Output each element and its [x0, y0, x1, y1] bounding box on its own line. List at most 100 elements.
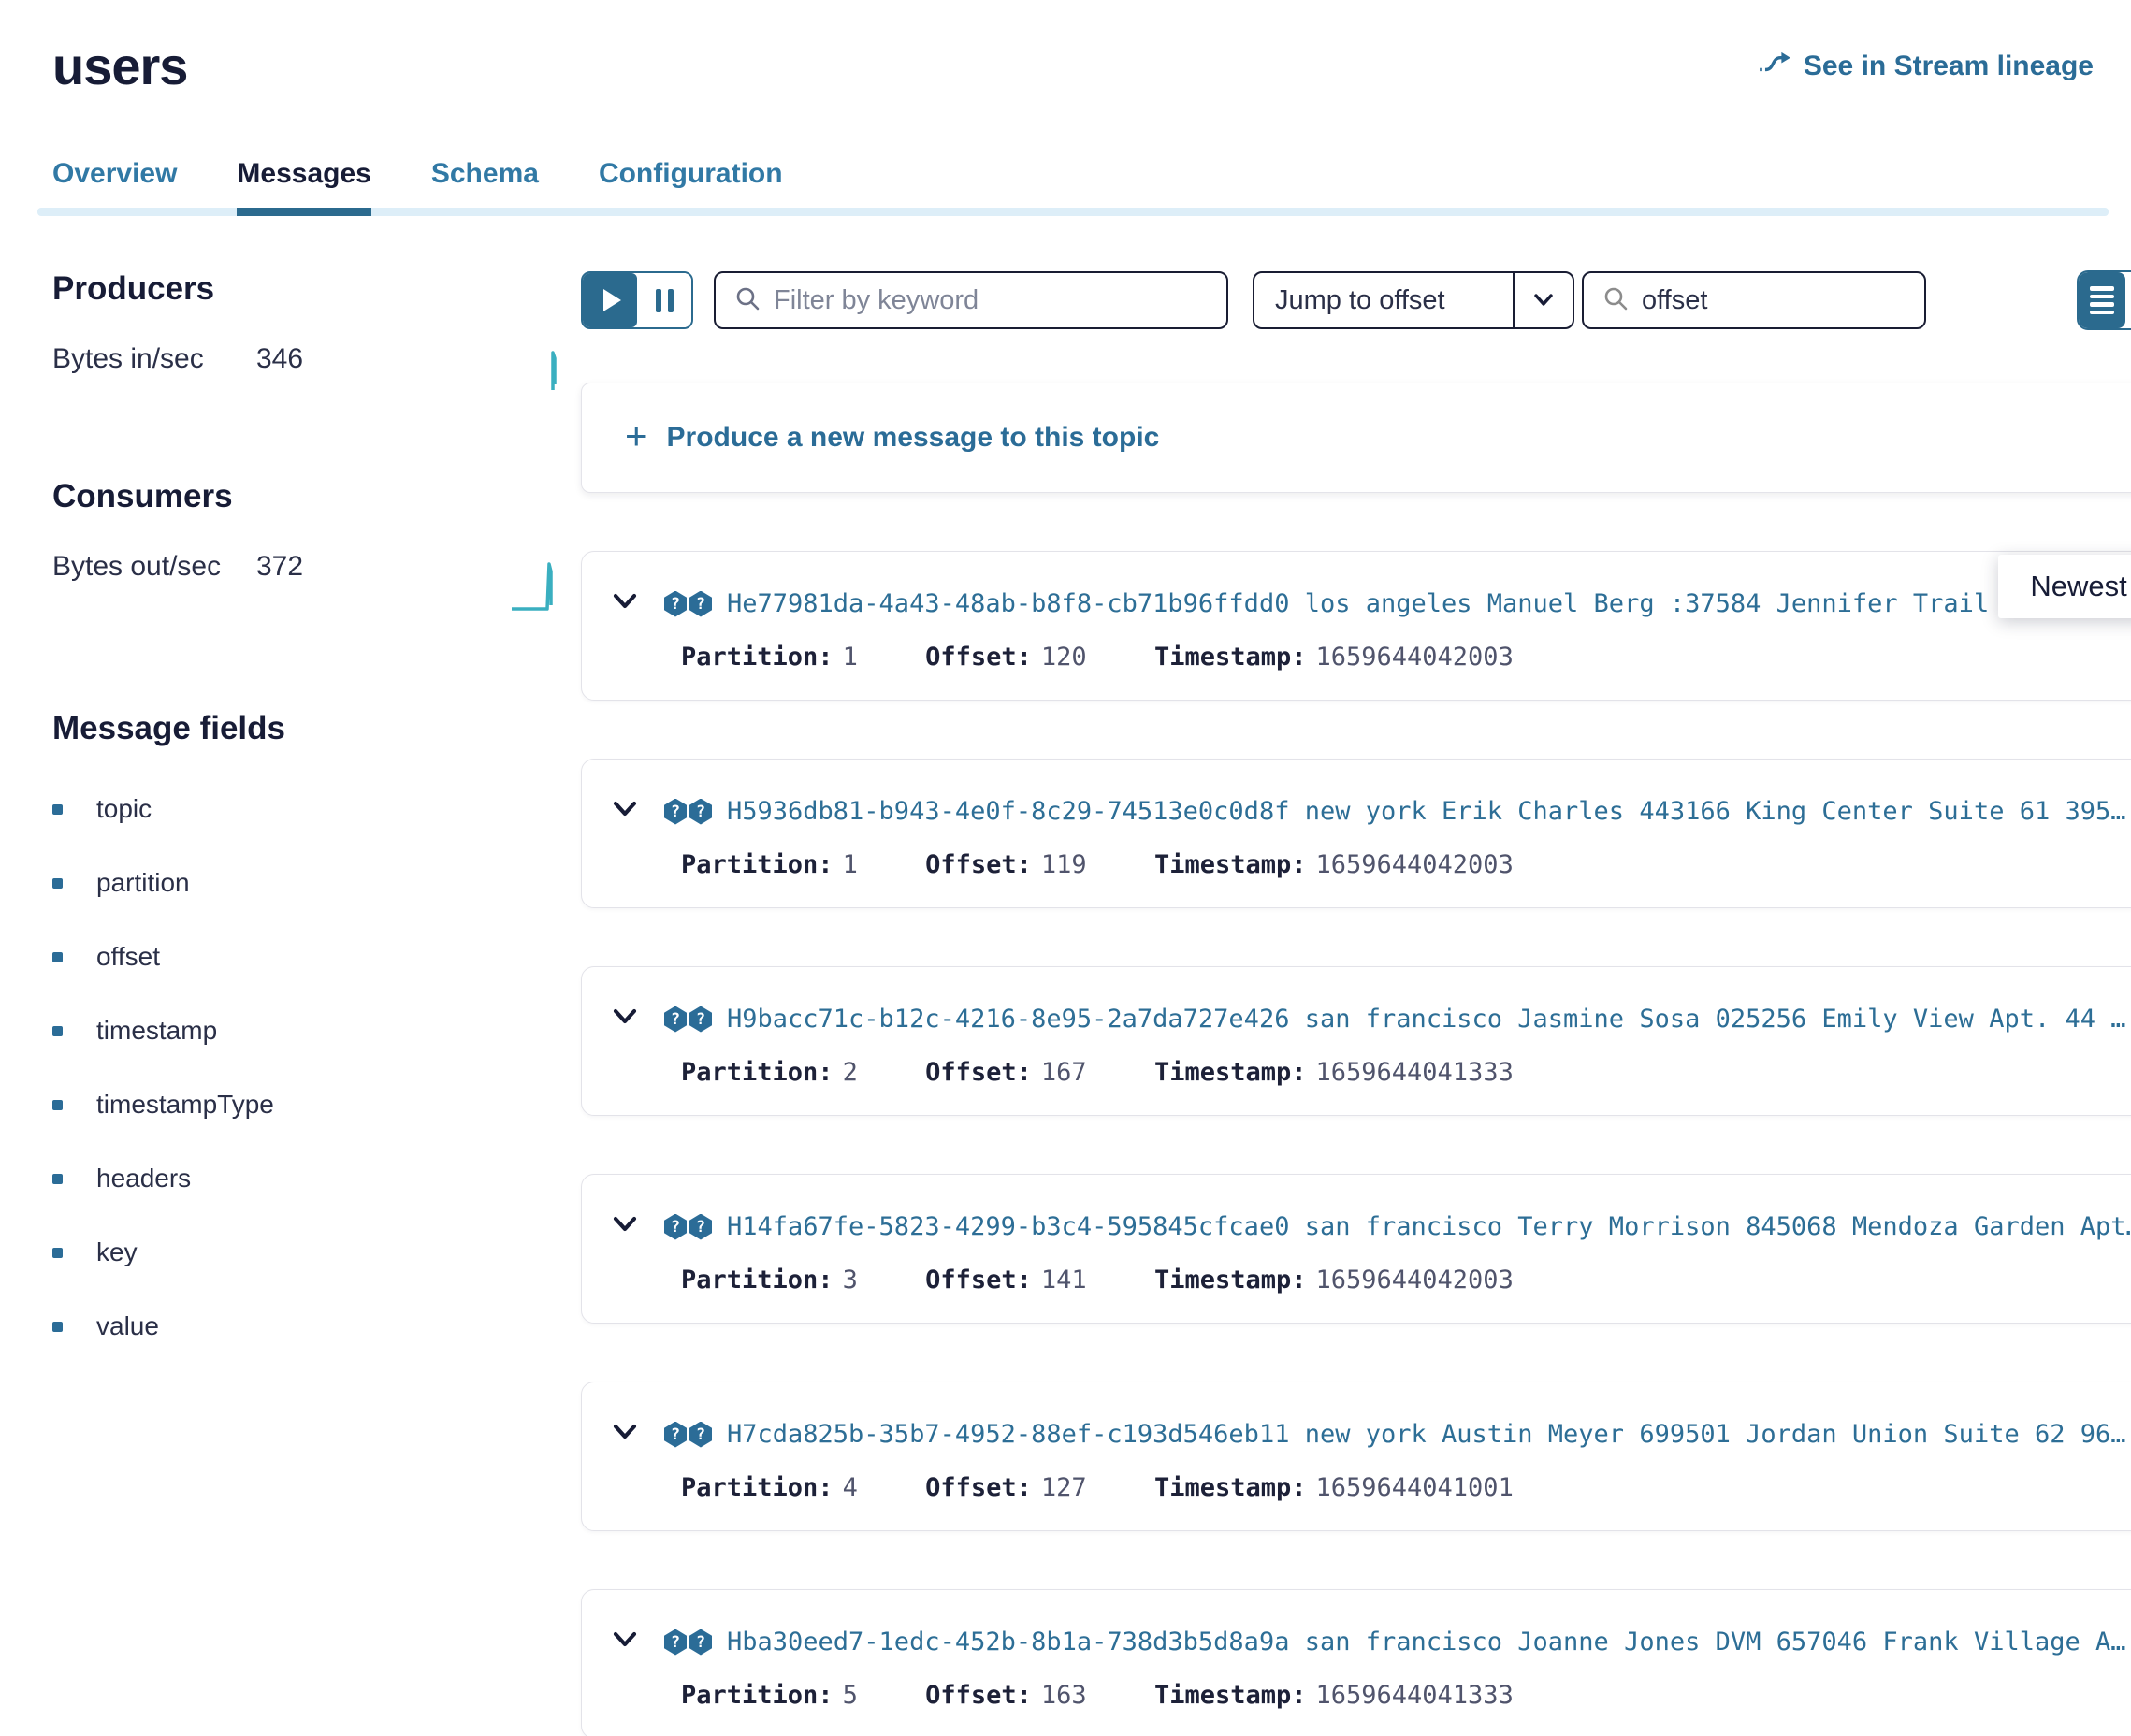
messages-toolbar: Filter by keyword Jump to offset [581, 270, 2131, 330]
produce-message-button[interactable]: + Produce a new message to this topic [581, 383, 2131, 493]
timestamp-meta: Timestamp:1659644041001 [1154, 1473, 1514, 1502]
key-format-icon: ? [664, 591, 687, 617]
message-key-value-text[interactable]: H5936db81-b943-4e0f-8c29-74513e0c0d8f ne… [727, 797, 2126, 826]
message-fields-heading: Message fields [52, 710, 581, 747]
offset-value: 119 [1041, 850, 1087, 879]
topic-page: users See in Stream lineage Overview Mes… [0, 0, 2131, 1736]
jump-to-offset-select[interactable]: Jump to offset [1253, 271, 1574, 329]
bullet-icon [52, 952, 63, 962]
serializer-icons: ? ? [664, 1422, 712, 1448]
message-row[interactable]: ? ? H14fa67fe-5823-4299-b3c4-595845cfcae… [581, 1174, 2131, 1324]
key-format-icon: ? [664, 1214, 687, 1240]
offset-meta: Offset:120 [925, 643, 1087, 672]
bullet-icon [52, 1100, 63, 1110]
messages-panel: Filter by keyword Jump to offset [581, 270, 2131, 1736]
timestamp-value: 1659644041001 [1316, 1473, 1514, 1502]
column-view-button[interactable] [2125, 272, 2131, 328]
partition-value: 5 [843, 1681, 858, 1710]
partition-value: 1 [843, 850, 858, 879]
partition-value: 4 [843, 1473, 858, 1502]
play-button[interactable] [583, 273, 637, 327]
value-format-icon: ? [689, 591, 712, 617]
field-item-offset[interactable]: offset [52, 942, 581, 972]
message-metadata: Partition:1 Offset:120 Timestamp:1659644… [681, 643, 2131, 672]
page-title: users [52, 36, 187, 96]
expand-chevron-icon[interactable] [612, 801, 638, 822]
newest-tooltip-label: Newest [2030, 570, 2126, 602]
offset-value: 163 [1041, 1681, 1087, 1710]
field-item-headers[interactable]: headers [52, 1164, 581, 1194]
list-view-button[interactable] [2079, 272, 2125, 328]
timestamp-value: 1659644042003 [1316, 643, 1514, 672]
message-metadata: Partition:2 Offset:167 Timestamp:1659644… [681, 1058, 2131, 1087]
field-item-topic[interactable]: topic [52, 794, 581, 824]
field-item-timestampType[interactable]: timestampType [52, 1090, 581, 1120]
timestamp-meta: Timestamp:1659644041333 [1154, 1681, 1514, 1710]
play-pause-toggle[interactable] [581, 271, 693, 329]
value-format-icon: ? [689, 1214, 712, 1240]
pause-button[interactable] [637, 273, 691, 327]
filter-keyword-input[interactable]: Filter by keyword [714, 271, 1228, 329]
message-row[interactable]: ? ? He77981da-4a43-48ab-b8f8-cb71b96ffdd… [581, 551, 2131, 701]
message-key-value-text[interactable]: H9bacc71c-b12c-4216-8e95-2a7da727e426 sa… [727, 1005, 2126, 1034]
partition-meta: Partition:4 [681, 1473, 858, 1502]
expand-chevron-icon[interactable] [612, 1216, 638, 1237]
field-item-timestamp[interactable]: timestamp [52, 1016, 581, 1046]
field-item-value[interactable]: value [52, 1311, 581, 1341]
expand-chevron-icon[interactable] [612, 1424, 638, 1445]
message-metadata: Partition:5 Offset:163 Timestamp:1659644… [681, 1681, 2131, 1710]
message-metadata: Partition:4 Offset:127 Timestamp:1659644… [681, 1473, 2131, 1502]
pause-icon [668, 289, 674, 312]
partition-value: 3 [843, 1266, 858, 1295]
partition-meta: Partition:5 [681, 1681, 858, 1710]
message-row[interactable]: ? ? H7cda825b-35b7-4952-88ef-c193d546eb1… [581, 1382, 2131, 1531]
message-row[interactable]: ? ? H5936db81-b943-4e0f-8c29-74513e0c0d8… [581, 759, 2131, 908]
serializer-icons: ? ? [664, 1006, 712, 1033]
list-view-icon [2090, 302, 2114, 307]
view-mode-toggle[interactable] [2077, 270, 2131, 330]
expand-chevron-icon[interactable] [612, 1008, 638, 1030]
message-row[interactable]: ? ? Hba30eed7-1edc-452b-8b1a-738d3b5d8a9… [581, 1589, 2131, 1736]
value-format-icon: ? [689, 1006, 712, 1033]
newest-tooltip: Newest [1998, 555, 2131, 618]
message-key-value-text[interactable]: He77981da-4a43-48ab-b8f8-cb71b96ffdd0 lo… [727, 589, 2020, 618]
partition-meta: Partition:3 [681, 1266, 858, 1295]
bytes-out-sparkline [510, 551, 566, 620]
field-item-key[interactable]: key [52, 1237, 581, 1267]
field-item-partition[interactable]: partition [52, 868, 581, 898]
offset-search-input[interactable]: offset [1582, 271, 1926, 329]
tab-messages[interactable]: Messages [237, 158, 370, 216]
serializer-icons: ? ? [664, 591, 712, 617]
stream-lineage-link[interactable]: See in Stream lineage [1757, 49, 2094, 84]
list-view-icon [2090, 311, 2114, 315]
timestamp-value: 1659644041333 [1316, 1681, 1514, 1710]
message-key-value-text[interactable]: Hba30eed7-1edc-452b-8b1a-738d3b5d8a9a sa… [727, 1628, 2126, 1656]
offset-meta: Offset:141 [925, 1266, 1087, 1295]
bullet-icon [52, 1322, 63, 1332]
offset-meta: Offset:163 [925, 1681, 1087, 1710]
expand-chevron-icon[interactable] [612, 593, 638, 615]
bytes-out-label: Bytes out/sec [52, 551, 256, 583]
bullet-icon [52, 878, 63, 889]
play-icon [603, 289, 621, 311]
consumers-heading: Consumers [52, 478, 581, 515]
filter-placeholder: Filter by keyword [774, 285, 979, 316]
offset-meta: Offset:127 [925, 1473, 1087, 1502]
bytes-in-value: 346 [256, 343, 359, 375]
expand-chevron-icon[interactable] [612, 1631, 638, 1653]
lineage-link-label: See in Stream lineage [1804, 51, 2094, 82]
message-key-value-text[interactable]: H14fa67fe-5823-4299-b3c4-595845cfcae0 sa… [727, 1212, 2131, 1241]
timestamp-meta: Timestamp:1659644042003 [1154, 643, 1514, 672]
jump-select-value: Jump to offset [1254, 285, 1513, 316]
key-format-icon: ? [664, 799, 687, 825]
key-format-icon: ? [664, 1629, 687, 1656]
sidebar: Producers Bytes in/sec 346 Consumers Byt… [52, 270, 581, 1736]
bytes-out-metric: Bytes out/sec 372 [52, 551, 581, 620]
tab-bar: Overview Messages Schema Configuration [52, 158, 2094, 216]
message-key-value-text[interactable]: H7cda825b-35b7-4952-88ef-c193d546eb11 ne… [727, 1420, 2126, 1449]
partition-value: 2 [843, 1058, 858, 1087]
bytes-out-value: 372 [256, 551, 359, 583]
message-row[interactable]: ? ? H9bacc71c-b12c-4216-8e95-2a7da727e42… [581, 966, 2131, 1116]
offset-value: 127 [1041, 1473, 1087, 1502]
key-format-icon: ? [664, 1006, 687, 1033]
